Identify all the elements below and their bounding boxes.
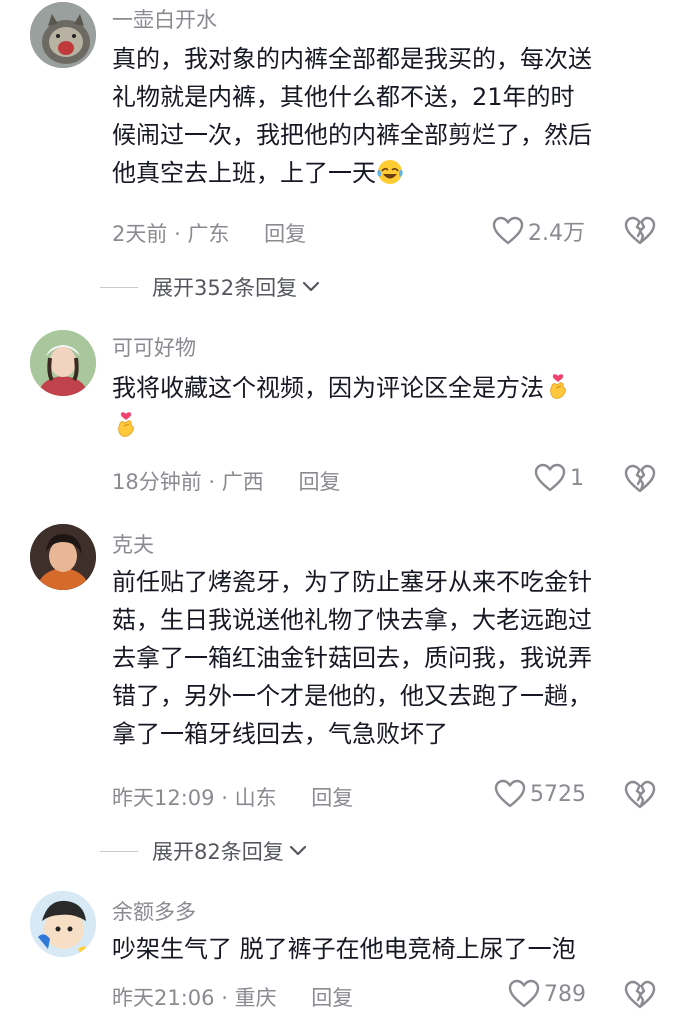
comment-line: 真的，我对象的内裤全部都是我买的，每次送 [112, 45, 592, 73]
comment-meta: 2天前 · 广东 回复 [112, 218, 306, 248]
comment-line: 他真空去上班，上了一天 [112, 154, 667, 192]
reply-button[interactable]: 回复 [264, 222, 306, 246]
like-button[interactable]: 5725 [494, 779, 586, 809]
comment-text: 吵架生气了 脱了裤子在他电竞椅上尿了一泡 [112, 930, 667, 968]
broken-heart-icon[interactable] [624, 215, 656, 247]
finger-heart-emoji-icon [544, 373, 572, 401]
finger-heart-emoji-icon [112, 411, 140, 439]
meta-separator: · [208, 470, 216, 494]
comment-line-text: 他真空去上班，上了一天 [112, 159, 376, 187]
heart-icon [534, 463, 566, 493]
reply-button[interactable]: 回复 [311, 786, 353, 810]
expand-replies-button[interactable]: 展开352条回复 [100, 272, 321, 302]
comment-line: 拿了一箱牙线回去，气急败坏了 [112, 720, 448, 748]
comment-line: 候闹过一次，我把他的内裤全部剪烂了，然后 [112, 121, 592, 149]
chevron-down-icon [288, 844, 308, 858]
divider [100, 286, 138, 288]
username[interactable]: 余额多多 [112, 896, 196, 926]
username[interactable]: 可可好物 [112, 332, 196, 362]
like-count: 1 [570, 465, 584, 491]
like-button[interactable]: 1 [534, 463, 584, 493]
expand-replies-label: 展开352条回复 [152, 276, 298, 300]
reply-button[interactable]: 回复 [298, 470, 340, 494]
broken-heart-icon[interactable] [624, 779, 656, 811]
meta-separator: · [221, 786, 228, 810]
like-button[interactable]: 789 [508, 979, 586, 1009]
heart-icon [494, 779, 526, 809]
comment-text: 我将收藏这个视频，因为评论区全是方法 [112, 369, 667, 445]
comment-line: 礼物就是内裤，其他什么都不送，21年的时 [112, 83, 575, 111]
comment-text: 真的，我对象的内裤全部都是我买的，每次送 礼物就是内裤，其他什么都不送，21年的… [112, 40, 667, 192]
divider [100, 850, 138, 852]
comment-meta: 昨天12:09 · 山东 回复 [112, 782, 353, 812]
expand-replies-label: 展开82条回复 [152, 840, 284, 864]
broken-heart-icon[interactable] [624, 979, 656, 1011]
avatar[interactable] [30, 524, 96, 590]
comment-time: 昨天12:09 [112, 786, 215, 810]
reply-button[interactable]: 回复 [311, 986, 353, 1010]
heart-icon [492, 216, 524, 246]
avatar[interactable] [30, 330, 96, 396]
chevron-down-icon [301, 280, 321, 294]
avatar[interactable] [30, 2, 96, 68]
like-count: 789 [544, 981, 586, 1007]
comment-text: 前任贴了烤瓷牙，为了防止塞牙从来不吃金针 菇，生日我说送他礼物了快去拿，大老远跑… [112, 563, 667, 753]
comment-line: 去拿了一箱红油金针菇回去，质问我，我说弄 [112, 644, 592, 672]
comment-meta: 昨天21:06 · 重庆 回复 [112, 982, 353, 1012]
expand-replies-button[interactable]: 展开82条回复 [100, 836, 308, 866]
comment-time: 2天前 [112, 222, 168, 246]
comment-line: 我将收藏这个视频，因为评论区全是方法 [112, 369, 667, 407]
comment-location: 重庆 [234, 986, 277, 1010]
comment-location: 山东 [234, 786, 277, 810]
comment-location: 广东 [187, 222, 230, 246]
comment-line: 菇，生日我说送他礼物了快去拿，大老远跑过 [112, 606, 592, 634]
like-count: 2.4万 [528, 221, 585, 246]
meta-separator: · [174, 222, 181, 246]
meta-separator: · [221, 986, 228, 1010]
laughing-crying-emoji-icon [376, 158, 404, 186]
username[interactable]: 克夫 [112, 529, 154, 559]
username[interactable]: 一壶白开水 [112, 4, 217, 34]
comment-meta: 18分钟前 · 广西 回复 [112, 466, 340, 496]
comment-line [112, 407, 667, 445]
like-button[interactable]: 2.4万 [492, 215, 585, 247]
comment-line: 前任贴了烤瓷牙，为了防止塞牙从来不吃金针 [112, 568, 592, 596]
comment-time: 昨天21:06 [112, 986, 215, 1010]
comment-location: 广西 [221, 470, 264, 494]
like-count: 5725 [530, 781, 586, 807]
broken-heart-icon[interactable] [624, 463, 656, 495]
comment-line-text: 我将收藏这个视频，因为评论区全是方法 [112, 374, 544, 402]
comment-line: 错了，另外一个才是他的，他又去跑了一趟， [112, 682, 592, 710]
comment-line: 吵架生气了 脱了裤子在他电竞椅上尿了一泡 [112, 935, 576, 963]
heart-icon [508, 979, 540, 1009]
avatar[interactable] [30, 891, 96, 957]
comment-time: 18分钟前 [112, 470, 202, 494]
